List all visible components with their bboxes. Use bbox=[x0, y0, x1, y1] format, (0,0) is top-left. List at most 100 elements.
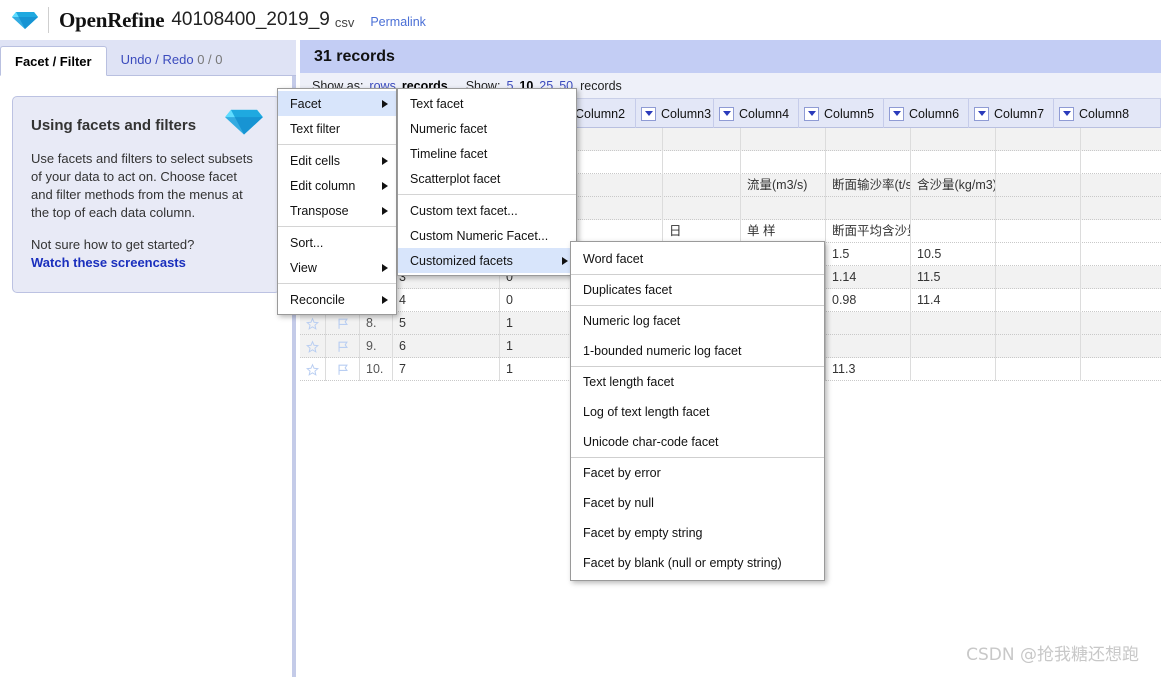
cell-column7[interactable] bbox=[996, 335, 1081, 358]
facet-submenu[interactable]: Text facet Numeric facet Timeline facet Sca… bbox=[397, 88, 577, 276]
cell-column4[interactable] bbox=[741, 128, 826, 151]
cell-column7[interactable] bbox=[996, 289, 1081, 312]
cell-column6[interactable] bbox=[911, 151, 996, 174]
cell-column6[interactable] bbox=[911, 358, 996, 381]
cell-column3[interactable] bbox=[663, 151, 741, 174]
cell-column7[interactable] bbox=[996, 151, 1081, 174]
facet-menu-item-timeline-facet[interactable]: Timeline facet bbox=[398, 141, 576, 166]
facet-menu-item-text-facet[interactable]: Text facet bbox=[398, 91, 576, 116]
cell-column[interactable]: 1 bbox=[500, 335, 577, 358]
customized-facets-item-text-length-facet[interactable]: Text length facet bbox=[571, 367, 824, 397]
tab-undo-redo[interactable]: Undo / Redo 0 / 0 bbox=[107, 45, 237, 75]
column-menu-item-sort[interactable]: Sort... bbox=[278, 230, 396, 255]
cell-column7[interactable] bbox=[996, 243, 1081, 266]
customized-facets-item-unicode-char-code-facet[interactable]: Unicode char-code facet bbox=[571, 427, 824, 457]
cell-column3[interactable]: 日 bbox=[663, 220, 741, 243]
cell-column7[interactable] bbox=[996, 128, 1081, 151]
cell-column[interactable]: 1 bbox=[500, 312, 577, 335]
chevron-down-icon-column6[interactable] bbox=[889, 106, 904, 121]
cell-column8[interactable] bbox=[1081, 174, 1161, 197]
cell-station[interactable]: 4 bbox=[393, 289, 500, 312]
cell-column5[interactable] bbox=[826, 197, 911, 220]
cell-column5[interactable] bbox=[826, 128, 911, 151]
cell-column6[interactable]: 11.4 bbox=[911, 289, 996, 312]
star-icon[interactable] bbox=[300, 358, 326, 381]
chevron-down-icon-column8[interactable] bbox=[1059, 106, 1074, 121]
customized-facets-item-duplicates-facet[interactable]: Duplicates facet bbox=[571, 275, 824, 305]
column-menu-item-edit-column[interactable]: Edit column bbox=[278, 173, 396, 198]
cell-column7[interactable] bbox=[996, 266, 1081, 289]
cell-column7[interactable] bbox=[996, 197, 1081, 220]
customized-facets-submenu[interactable]: Word facet Duplicates facet Numeric log fa… bbox=[570, 241, 825, 581]
permalink-link[interactable]: Permalink bbox=[370, 15, 426, 29]
cell-column5[interactable] bbox=[826, 335, 911, 358]
cell-column2[interactable] bbox=[577, 174, 663, 197]
facet-menu-item-custom-text-facet[interactable]: Custom text facet... bbox=[398, 198, 576, 223]
column-menu-item-text-filter[interactable]: Text filter bbox=[278, 116, 396, 141]
column-menu-item-edit-cells[interactable]: Edit cells bbox=[278, 148, 396, 173]
cell-column4[interactable]: 单 样 bbox=[741, 220, 826, 243]
cell-column6[interactable] bbox=[911, 197, 996, 220]
customized-facets-item-numeric-log-facet[interactable]: Numeric log facet bbox=[571, 306, 824, 336]
cell-column5[interactable] bbox=[826, 312, 911, 335]
cell-column3[interactable] bbox=[663, 128, 741, 151]
cell-column8[interactable] bbox=[1081, 289, 1161, 312]
cell-column3[interactable] bbox=[663, 174, 741, 197]
cell-column8[interactable] bbox=[1081, 266, 1161, 289]
customized-facets-item-facet-by-error[interactable]: Facet by error bbox=[571, 458, 824, 488]
cell-column5[interactable]: 1.5 bbox=[826, 243, 911, 266]
tab-facet-filter[interactable]: Facet / Filter bbox=[0, 46, 107, 76]
customized-facets-item-facet-by-empty-string[interactable]: Facet by empty string bbox=[571, 518, 824, 548]
column-menu-item-transpose[interactable]: Transpose bbox=[278, 198, 396, 223]
cell-column5[interactable]: 断面输沙率(t/s) bbox=[826, 174, 911, 197]
cell-column6[interactable] bbox=[911, 220, 996, 243]
cell-column7[interactable] bbox=[996, 174, 1081, 197]
cell-column8[interactable] bbox=[1081, 197, 1161, 220]
column-menu-item-view[interactable]: View bbox=[278, 255, 396, 280]
cell-column5[interactable]: 11.3 bbox=[826, 358, 911, 381]
cell-column8[interactable] bbox=[1081, 358, 1161, 381]
flag-icon[interactable] bbox=[326, 358, 360, 381]
facet-menu-item-numeric-facet[interactable]: Numeric facet bbox=[398, 116, 576, 141]
cell-column4[interactable] bbox=[741, 151, 826, 174]
cell-column6[interactable] bbox=[911, 312, 996, 335]
flag-icon[interactable] bbox=[326, 335, 360, 358]
cell-column2[interactable] bbox=[577, 151, 663, 174]
watch-screencasts-link[interactable]: Watch these screencasts bbox=[31, 254, 261, 272]
cell-column4[interactable]: 流量(m3/s) bbox=[741, 174, 826, 197]
cell-column6[interactable] bbox=[911, 335, 996, 358]
cell-column7[interactable] bbox=[996, 312, 1081, 335]
cell-column[interactable]: 0 bbox=[500, 289, 577, 312]
cell-column2[interactable] bbox=[577, 128, 663, 151]
cell-column5[interactable] bbox=[826, 151, 911, 174]
cell-column8[interactable] bbox=[1081, 128, 1161, 151]
customized-facets-item-log-of-text-length-facet[interactable]: Log of text length facet bbox=[571, 397, 824, 427]
facet-menu-item-scatterplot-facet[interactable]: Scatterplot facet bbox=[398, 166, 576, 191]
cell-column5[interactable]: 1.14 bbox=[826, 266, 911, 289]
cell-column5[interactable]: 0.98 bbox=[826, 289, 911, 312]
column-menu-item-reconcile[interactable]: Reconcile bbox=[278, 287, 396, 312]
cell-column8[interactable] bbox=[1081, 312, 1161, 335]
cell-station[interactable]: 7 bbox=[393, 358, 500, 381]
flag-icon[interactable] bbox=[326, 312, 360, 335]
cell-station[interactable]: 6 bbox=[393, 335, 500, 358]
cell-column4[interactable] bbox=[741, 197, 826, 220]
cell-station[interactable]: 5 bbox=[393, 312, 500, 335]
cell-column6[interactable]: 含沙量(kg/m3) bbox=[911, 174, 996, 197]
customized-facets-item-1-bounded-numeric-log-facet[interactable]: 1-bounded numeric log facet bbox=[571, 336, 824, 366]
cell-column5[interactable]: 断面平均含沙量 bbox=[826, 220, 911, 243]
customized-facets-item-facet-by-null[interactable]: Facet by null bbox=[571, 488, 824, 518]
cell-column2[interactable] bbox=[577, 197, 663, 220]
cell-column8[interactable] bbox=[1081, 335, 1161, 358]
customized-facets-item-facet-by-blank-null-or-empty-string[interactable]: Facet by blank (null or empty string) bbox=[571, 548, 824, 578]
chevron-down-icon-column7[interactable] bbox=[974, 106, 989, 121]
cell-column7[interactable] bbox=[996, 358, 1081, 381]
cell-column[interactable]: 1 bbox=[500, 358, 577, 381]
chevron-down-icon-column4[interactable] bbox=[719, 106, 734, 121]
cell-column3[interactable] bbox=[663, 197, 741, 220]
customized-facets-item-word-facet[interactable]: Word facet bbox=[571, 244, 824, 274]
chevron-down-icon-column3[interactable] bbox=[641, 106, 656, 121]
cell-column8[interactable] bbox=[1081, 151, 1161, 174]
facet-menu-item-custom-numeric-facet[interactable]: Custom Numeric Facet... bbox=[398, 223, 576, 248]
cell-column2[interactable] bbox=[577, 220, 663, 243]
